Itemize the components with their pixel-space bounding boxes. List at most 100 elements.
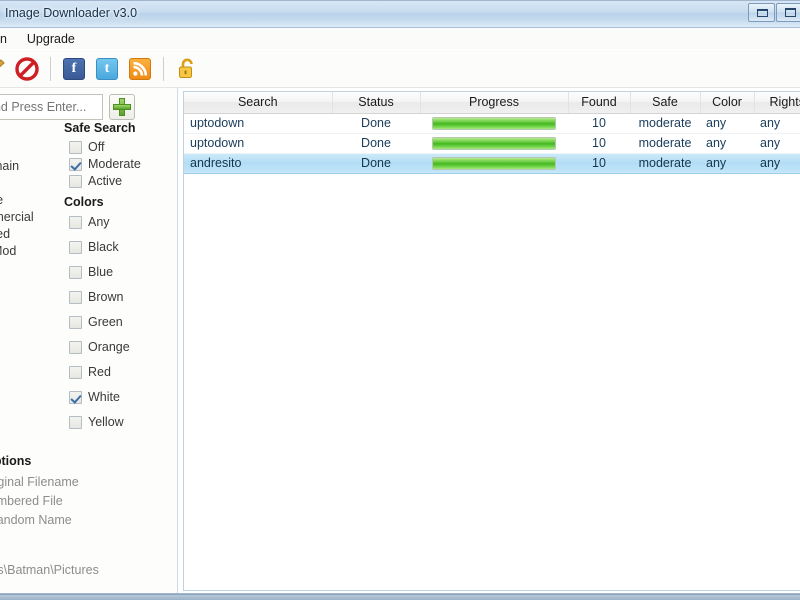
- cell-status: Done: [332, 152, 420, 174]
- progress-bar: [432, 116, 556, 130]
- title-bar: Image Downloader v3.0: [0, 1, 800, 28]
- cell-search: andresito: [184, 152, 332, 174]
- safe-search-off[interactable]: Off: [69, 140, 104, 154]
- menu-option[interactable]: on: [0, 30, 17, 48]
- checkbox[interactable]: [69, 315, 82, 329]
- checkbox[interactable]: [69, 290, 82, 304]
- checkbox[interactable]: [69, 340, 82, 354]
- column-found[interactable]: Found: [568, 92, 631, 114]
- cell-progress: [420, 113, 568, 134]
- column-safe[interactable]: Safe: [630, 92, 701, 114]
- cell-status: Done: [332, 133, 420, 154]
- checkbox[interactable]: [69, 390, 82, 404]
- maximize-button[interactable]: [776, 3, 800, 22]
- table-row[interactable]: uptodown Done 10 moderate any any: [184, 133, 800, 154]
- cell-progress: [420, 133, 568, 154]
- application-window: Image Downloader v3.0 on Upgrade: [0, 0, 800, 594]
- cell-found: 10: [568, 133, 630, 154]
- color-option-green[interactable]: Green: [69, 315, 123, 329]
- color-option-brown[interactable]: Brown: [69, 290, 123, 304]
- left-options-panel: Domain te Alike ommercial erived w/ Mod: [0, 88, 178, 593]
- cell-color: any: [700, 152, 754, 174]
- checkbox[interactable]: [69, 240, 82, 254]
- rights-option-share-with-mod[interactable]: w/ Mod: [0, 244, 16, 258]
- table-header: Search Status Progress Found Safe Color …: [184, 92, 800, 114]
- progress-bar: [432, 136, 556, 150]
- column-progress[interactable]: Progress: [420, 92, 569, 114]
- column-search[interactable]: Search: [184, 92, 333, 114]
- table-row[interactable]: andresito Done 10 moderate any any: [184, 152, 800, 174]
- cell-safe: moderate: [630, 133, 700, 154]
- download-option-numbered-file[interactable]: s Numbered File: [0, 494, 63, 508]
- toolbar-separator: [163, 56, 164, 81]
- maximize-icon: [785, 8, 796, 17]
- checkbox[interactable]: [69, 174, 82, 188]
- cell-rights: any: [754, 113, 800, 134]
- download-option-random-name[interactable]: ith Random Name: [0, 513, 72, 527]
- unlock-padlock-icon[interactable]: [174, 56, 200, 82]
- twitter-glyph: t: [96, 57, 118, 80]
- color-option-black[interactable]: Black: [69, 240, 119, 254]
- checkbox[interactable]: [69, 215, 82, 229]
- window-controls: [748, 3, 800, 22]
- twitter-icon[interactable]: t: [94, 56, 120, 82]
- rss-icon[interactable]: [127, 56, 153, 82]
- checkbox[interactable]: [69, 140, 82, 154]
- column-color[interactable]: Color: [700, 92, 755, 114]
- facebook-icon[interactable]: f: [61, 56, 87, 82]
- checkbox[interactable]: [69, 265, 82, 279]
- table-row[interactable]: uptodown Done 10 moderate any any: [184, 113, 800, 134]
- restore-button[interactable]: [748, 3, 775, 22]
- column-rights[interactable]: Rights: [754, 92, 800, 114]
- color-option-white[interactable]: White: [69, 390, 120, 404]
- download-option-original-filename[interactable]: s Original Filename: [0, 475, 79, 489]
- cell-rights: any: [754, 133, 800, 154]
- color-option-yellow[interactable]: Yellow: [69, 415, 124, 429]
- add-search-button[interactable]: [109, 94, 135, 120]
- safe-search-active[interactable]: Active: [69, 174, 122, 188]
- downloads-listview[interactable]: Search Status Progress Found Safe Color …: [183, 91, 800, 591]
- color-option-red[interactable]: Red: [69, 365, 111, 379]
- cell-found: 10: [568, 113, 630, 134]
- color-option-blue[interactable]: Blue: [69, 265, 113, 279]
- rights-option-share-alike[interactable]: Alike: [0, 193, 3, 207]
- rights-option-non-commercial[interactable]: ommercial: [0, 210, 34, 224]
- cell-found: 10: [568, 152, 630, 174]
- search-input[interactable]: [0, 94, 103, 120]
- cell-search: uptodown: [184, 133, 332, 154]
- checkbox[interactable]: [69, 415, 82, 429]
- menu-upgrade[interactable]: Upgrade: [17, 30, 85, 48]
- menu-bar: on Upgrade: [0, 28, 800, 50]
- color-option-any[interactable]: Any: [69, 215, 110, 229]
- downloading-options-heading: g Options: [0, 454, 32, 468]
- restore-icon: [757, 9, 768, 17]
- cell-safe: moderate: [630, 113, 700, 134]
- color-option-orange[interactable]: Orange: [69, 340, 130, 354]
- broom-clear-icon[interactable]: [0, 56, 7, 82]
- safe-search-moderate[interactable]: Moderate: [69, 157, 141, 171]
- window-bottom-border: [0, 594, 800, 600]
- downloads-table: Search Status Progress Found Safe Color …: [184, 92, 800, 174]
- window-title: Image Downloader v3.0: [5, 6, 138, 20]
- cell-color: any: [700, 113, 754, 134]
- safe-search-heading: Safe Search: [64, 121, 136, 135]
- progress-fill: [433, 157, 555, 169]
- progress-fill: [433, 117, 555, 129]
- main-body: Domain te Alike ommercial erived w/ Mod: [0, 88, 800, 593]
- cell-progress: [420, 152, 568, 174]
- column-status[interactable]: Status: [332, 92, 421, 114]
- rights-option-non-derived[interactable]: erived: [0, 227, 10, 241]
- checkbox[interactable]: [69, 157, 82, 171]
- cell-safe: moderate: [630, 152, 700, 174]
- toolbar: f t: [0, 50, 800, 88]
- stop-icon[interactable]: [14, 56, 40, 82]
- table-body: uptodown Done 10 moderate any any uptodo…: [184, 113, 800, 174]
- cell-search: uptodown: [184, 113, 332, 134]
- download-path-label[interactable]: Users\Batman\Pictures: [0, 563, 99, 577]
- progress-bar: [432, 156, 556, 170]
- checkbox[interactable]: [69, 365, 82, 379]
- toolbar-separator: [50, 56, 51, 81]
- right-results-panel: Search Status Progress Found Safe Color …: [179, 88, 800, 593]
- rights-option-public-domain[interactable]: Domain: [0, 159, 19, 173]
- cell-rights: any: [754, 152, 800, 174]
